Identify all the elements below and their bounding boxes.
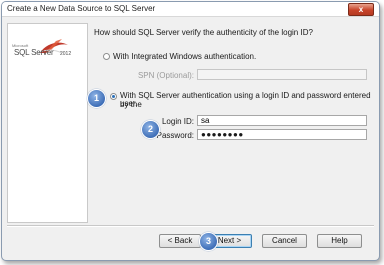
callout-badge-3: 3 — [199, 232, 218, 251]
spn-input[interactable] — [197, 69, 367, 80]
spn-label: SPN (Optional): — [137, 71, 194, 80]
help-button[interactable]: Help — [317, 234, 362, 248]
close-button[interactable]: x — [348, 3, 374, 16]
title-bar: Create a New Data Source to SQL Server x — [2, 2, 379, 17]
radio-windows-auth[interactable] — [103, 53, 110, 60]
window-title: Create a New Data Source to SQL Server — [7, 4, 156, 13]
password-input[interactable]: ●●●●●●●● — [197, 129, 367, 140]
callout-badge-2: 2 — [141, 120, 160, 139]
cancel-button[interactable]: Cancel — [262, 234, 307, 248]
dialog-window: Create a New Data Source to SQL Server x… — [1, 1, 380, 261]
option-windows-auth-label: With Integrated Windows authentication. — [113, 52, 257, 61]
footer-divider — [7, 225, 374, 227]
option-sql-auth-label-line2: user. — [120, 99, 138, 108]
close-icon: x — [358, 5, 364, 14]
option-sql-auth-label: With SQL Server authentication using a l… — [120, 91, 371, 109]
side-panel: Microsoft SQL Server 2012 — [7, 23, 88, 223]
callout-badge-1: 1 — [87, 89, 106, 108]
auth-question: How should SQL Server verify the authent… — [94, 28, 313, 37]
radio-sql-auth[interactable] — [110, 93, 117, 100]
logo-product-name: SQL Server — [14, 48, 54, 57]
login-id-input[interactable] — [197, 115, 367, 126]
back-button[interactable]: < Back — [159, 234, 201, 248]
logo-year: 2012 — [60, 51, 72, 57]
